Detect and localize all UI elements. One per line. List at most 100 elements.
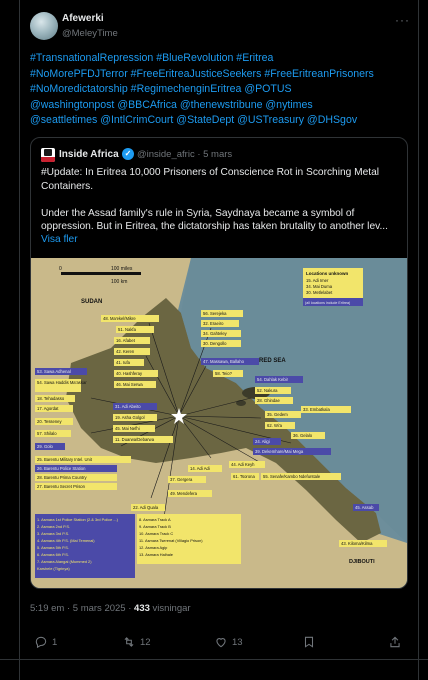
map-label: 19. Asha Golgol bbox=[115, 415, 145, 420]
timestamp-text[interactable]: 5:19 em · 5 mars 2025 · bbox=[30, 603, 134, 614]
retweet-button[interactable]: 12 bbox=[122, 634, 151, 650]
map-label: 29. Golo bbox=[37, 444, 54, 449]
share-button[interactable] bbox=[388, 634, 406, 650]
map-label: 11. Duarwa/Debarwa bbox=[115, 437, 155, 442]
show-more-link[interactable]: Visa fler bbox=[41, 234, 78, 245]
map-label: 20. Tesseney bbox=[37, 419, 63, 424]
quoted-text-line: Under the Assad family's rule in Syria, … bbox=[41, 207, 355, 219]
map-label: 34. Gahteley bbox=[203, 331, 228, 336]
map-label: 30. Metlelabet bbox=[306, 290, 333, 295]
map-label: 7. Asmara Alangai (Mummed 2) bbox=[37, 559, 92, 564]
heart-icon bbox=[216, 638, 226, 648]
scale-km: 100 km bbox=[111, 279, 127, 285]
tweet-timestamp[interactable]: 5:19 em · 5 mars 2025 · 433 visningar bbox=[30, 603, 191, 614]
sudan-label: SUDAN bbox=[81, 299, 102, 305]
map-label: 24. Aligi bbox=[255, 439, 270, 444]
reply-button[interactable]: 1 bbox=[34, 634, 57, 650]
author-handle[interactable]: @MeleyTime bbox=[62, 28, 118, 39]
map-label: 17. Agordat bbox=[37, 406, 59, 411]
scale-zero: 0 bbox=[59, 266, 62, 272]
hashtag-line[interactable]: #TransnationalRepression #BlueRevolution… bbox=[30, 51, 410, 67]
map-label: 9. Asmara Track B bbox=[139, 524, 171, 529]
map-label: 37. Gergera bbox=[170, 477, 193, 482]
share-icon bbox=[390, 636, 400, 648]
quoted-text-line: oppression. But in Eritrea, the dictator… bbox=[41, 221, 388, 232]
map-label: 36. Gelalo bbox=[293, 433, 313, 438]
map-label: 39. Dekemhare/Mai Mega bbox=[255, 449, 304, 454]
quoted-tweet[interactable]: Inside Africa ✓ @inside_afric · 5 mars #… bbox=[30, 137, 408, 589]
island bbox=[236, 400, 246, 406]
map-label: 43. Kiloma/Kilma bbox=[341, 541, 373, 546]
map-label: 14. Adi Adi bbox=[190, 466, 210, 471]
map-label: 45. Mai Nefhi bbox=[115, 426, 140, 431]
tweet-text: #TransnationalRepression #BlueRevolution… bbox=[30, 51, 410, 129]
retweet-count: 12 bbox=[140, 636, 151, 648]
map-label: 53. Sawa Adhenal bbox=[37, 369, 71, 374]
scale-bar bbox=[61, 272, 141, 275]
more-options-button[interactable]: ··· bbox=[395, 13, 410, 27]
tweet-divider bbox=[0, 659, 428, 660]
map-label: 49. Mendefera bbox=[170, 491, 198, 496]
hashtag-line[interactable]: #NoMorePFDJTerror #FreeEritreaJusticeSee… bbox=[30, 67, 410, 83]
map-label: 48. Ma'ekel/Mikre bbox=[103, 316, 136, 321]
bookmark-button[interactable] bbox=[302, 634, 320, 650]
hashtag-line[interactable]: #NoMoredictatorship #RegimechenginEritre… bbox=[30, 82, 410, 98]
quoted-author-name[interactable]: Inside Africa bbox=[59, 149, 119, 160]
map-label: 45. Assab bbox=[355, 505, 374, 510]
map-label: 40. Hashferay bbox=[116, 371, 143, 376]
like-count: 13 bbox=[232, 636, 243, 648]
quoted-map-image[interactable]: 0 100 miles 100 km SUDAN RED SEA DJIBOUT… bbox=[31, 258, 407, 588]
map-label: 34. Mai Duma bbox=[306, 284, 333, 289]
map-label: 2. Asmara 2nd P.S. bbox=[37, 524, 70, 529]
map-label: 32. Eraeiro bbox=[203, 321, 224, 326]
map-label: 51. Nakfa bbox=[118, 327, 137, 332]
map-label: 58. Teio? bbox=[215, 371, 233, 376]
quoted-text-line: Containers. bbox=[41, 180, 94, 192]
mention-line[interactable]: @washingtonpost @BBCAfrica @thenewstribu… bbox=[30, 98, 410, 114]
quoted-author-avatar[interactable] bbox=[41, 148, 55, 162]
map-label: 47. Massawa, Ballaho bbox=[203, 359, 245, 364]
map-label: 25. Barentu Military Intel. Unit bbox=[37, 457, 93, 462]
red-sea-label: RED SEA bbox=[259, 358, 286, 364]
scale-label: 100 miles bbox=[111, 266, 133, 272]
mention-line[interactable]: @seattletimes @IntlCrimCourt @StateDept … bbox=[30, 113, 410, 129]
map-label: 54. Dahlak Kebir bbox=[257, 377, 289, 382]
map-label: 56. Serejeka bbox=[203, 311, 227, 316]
map-label: 35. Gedem bbox=[267, 412, 288, 417]
map-label: 8. Asmara Track A bbox=[139, 517, 171, 522]
map-label: 46. Mai Serwa bbox=[116, 382, 143, 387]
logo-band bbox=[41, 157, 55, 162]
unknown-header: Locations unknown bbox=[306, 271, 349, 276]
retweet-icon bbox=[124, 637, 134, 647]
map-label: 13. Asmara Halhale bbox=[139, 552, 173, 557]
map-label: 12. Asmara Agip bbox=[139, 545, 167, 550]
verified-badge-icon: ✓ bbox=[122, 148, 134, 160]
map-label: 27. Barentu Secret Prison bbox=[37, 484, 86, 489]
map-label: 16. Afabet bbox=[116, 338, 136, 343]
map-label: 3. Asmara 3rd P.S. bbox=[37, 531, 69, 536]
djibouti-label: DJIBOUTI bbox=[349, 559, 375, 565]
bookmark-icon bbox=[304, 636, 314, 648]
map-label: 42. Keren bbox=[116, 349, 135, 354]
map-label: 22. Adi Quala bbox=[133, 505, 159, 510]
author-avatar[interactable] bbox=[30, 12, 58, 40]
author-name[interactable]: Afewerki bbox=[62, 13, 104, 24]
quoted-text: #Update: In Eritrea 10,000 Prisoners of … bbox=[41, 166, 401, 247]
map-label: 52. Nakura bbox=[257, 388, 278, 393]
quoted-text-line: #Update: In Eritrea 10,000 Prisoners of … bbox=[41, 167, 380, 178]
tweet[interactable]: Afewerki @MeleyTime ··· #TransnationalRe… bbox=[0, 0, 428, 680]
map-label: 54. Sawa Haddis Ma'askar bbox=[37, 380, 87, 385]
quoted-author-handle[interactable]: @inside_afric · 5 mars bbox=[137, 149, 232, 160]
action-bar: 1 12 13 bbox=[30, 634, 405, 650]
map-label: 61. Tsorona bbox=[233, 474, 255, 479]
map-label: 1. Asmara 1st Police Station (2.& 3rd Po… bbox=[37, 517, 119, 522]
map-label: 28. Barentu Prima Country bbox=[37, 475, 87, 480]
view-count: 433 bbox=[134, 603, 150, 614]
map-label: 18. Tehadasso bbox=[37, 396, 65, 401]
like-button[interactable]: 13 bbox=[214, 634, 243, 650]
map-label: Karshele (Tigrinya) bbox=[37, 566, 70, 571]
map-label: 44. Adi Keyh bbox=[231, 462, 255, 467]
map-label: 41. Iufa bbox=[116, 360, 131, 365]
map-label: 4. Asmara 4th P.S. (Mai Temenai) bbox=[37, 538, 95, 543]
map-label: 26. Barentu Police Station bbox=[37, 466, 86, 471]
